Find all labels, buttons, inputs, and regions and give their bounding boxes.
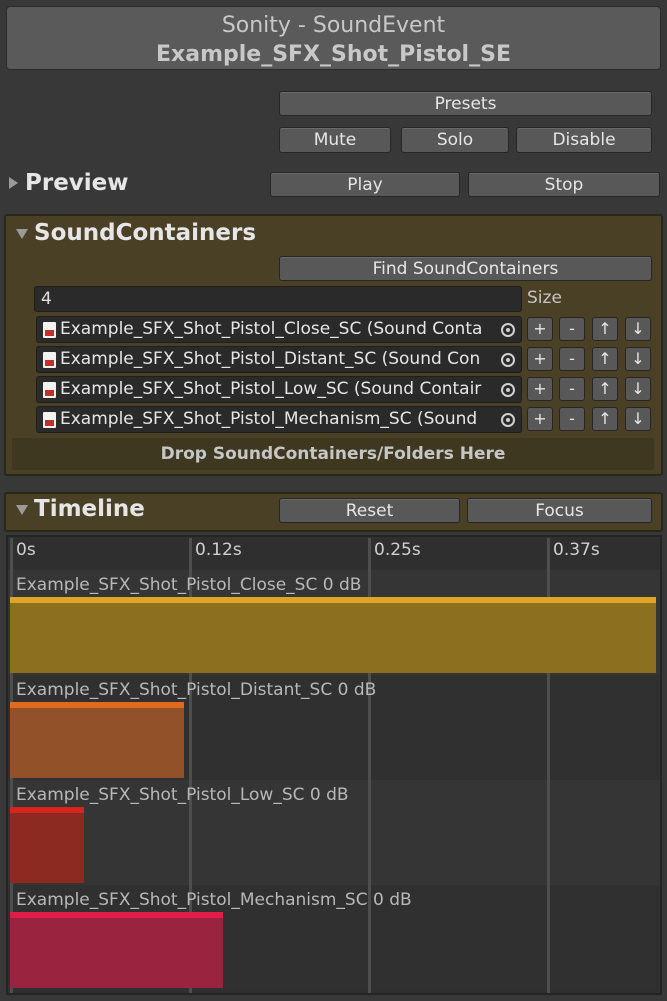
focus-button[interactable]: Focus — [467, 498, 652, 523]
track-label: Example_SFX_Shot_Pistol_Close_SC 0 dB — [16, 575, 362, 595]
add-item-button[interactable]: + — [527, 377, 553, 401]
add-item-button[interactable]: + — [527, 317, 553, 341]
sound-container-file-icon — [43, 322, 56, 338]
size-input[interactable]: 4 — [34, 286, 522, 312]
track-label: Example_SFX_Shot_Pistol_Low_SC 0 dB — [16, 785, 349, 805]
move-up-button[interactable]: ↑ — [592, 347, 618, 371]
object-picker-icon[interactable] — [501, 413, 515, 427]
timeline-tick-label: 0.12s — [195, 540, 242, 560]
track-label: Example_SFX_Shot_Pistol_Mechanism_SC 0 d… — [16, 890, 412, 910]
track-bar-accent — [10, 912, 223, 918]
solo-button[interactable]: Solo — [401, 127, 509, 153]
sound-container-file-icon — [43, 382, 56, 398]
track-bar[interactable] — [10, 702, 184, 778]
move-down-button[interactable]: ↓ — [625, 347, 651, 371]
remove-item-button[interactable]: - — [559, 377, 585, 401]
add-item-button[interactable]: + — [527, 347, 553, 371]
track-label: Example_SFX_Shot_Pistol_Distant_SC 0 dB — [16, 680, 377, 700]
track-bar[interactable] — [10, 912, 223, 988]
move-up-button[interactable]: ↑ — [592, 407, 618, 431]
move-up-button[interactable]: ↑ — [592, 377, 618, 401]
header-subtitle: Example_SFX_Shot_Pistol_SE — [156, 42, 511, 67]
object-picker-icon[interactable] — [501, 323, 515, 337]
track-bar-accent — [10, 807, 84, 813]
presets-button[interactable]: Presets — [279, 91, 652, 116]
track-bar[interactable] — [10, 597, 656, 673]
timeline-title[interactable]: Timeline — [34, 496, 145, 522]
play-button[interactable]: Play — [270, 172, 460, 197]
track-bar[interactable] — [10, 807, 84, 883]
object-picker-icon[interactable] — [501, 383, 515, 397]
move-down-button[interactable]: ↓ — [625, 317, 651, 341]
remove-item-button[interactable]: - — [559, 407, 585, 431]
sound-container-field[interactable]: Example_SFX_Shot_Pistol_Distant_SC (Soun… — [36, 346, 522, 373]
sound-container-name: Example_SFX_Shot_Pistol_Low_SC (Sound Co… — [60, 379, 482, 399]
track-bar-accent — [10, 597, 656, 603]
find-sound-containers-button[interactable]: Find SoundContainers — [279, 256, 652, 281]
sound-container-field[interactable]: Example_SFX_Shot_Pistol_Close_SC (Sound … — [36, 316, 522, 343]
move-up-button[interactable]: ↑ — [592, 317, 618, 341]
disable-button[interactable]: Disable — [516, 127, 652, 153]
remove-item-button[interactable]: - — [559, 317, 585, 341]
track-bar-accent — [10, 702, 184, 708]
object-picker-icon[interactable] — [501, 353, 515, 367]
timeline-tick-label: 0.37s — [553, 540, 600, 560]
sound-container-field[interactable]: Example_SFX_Shot_Pistol_Mechanism_SC (So… — [36, 406, 522, 433]
preview-title[interactable]: Preview — [25, 170, 129, 196]
timeline-tick-label: 0s — [16, 540, 36, 560]
window-header: Sonity - SoundEvent Example_SFX_Shot_Pis… — [6, 6, 661, 70]
sound-container-name: Example_SFX_Shot_Pistol_Close_SC (Sound … — [60, 319, 483, 339]
sound-containers-panel — [4, 214, 663, 476]
reset-button[interactable]: Reset — [279, 498, 460, 523]
drop-area[interactable]: Drop SoundContainers/Folders Here — [12, 438, 654, 470]
stop-button[interactable]: Stop — [468, 172, 660, 197]
header-title: Sonity - SoundEvent — [221, 13, 446, 38]
move-down-button[interactable]: ↓ — [625, 377, 651, 401]
sound-containers-title[interactable]: SoundContainers — [34, 220, 256, 246]
mute-button[interactable]: Mute — [279, 127, 391, 153]
sound-container-name: Example_SFX_Shot_Pistol_Distant_SC (Soun… — [60, 349, 481, 369]
move-down-button[interactable]: ↓ — [625, 407, 651, 431]
remove-item-button[interactable]: - — [559, 347, 585, 371]
size-label: Size — [527, 288, 562, 308]
sound-container-file-icon — [43, 352, 56, 368]
add-item-button[interactable]: + — [527, 407, 553, 431]
sound-container-file-icon — [43, 412, 56, 428]
sound-containers-collapse-icon[interactable] — [16, 229, 28, 239]
sound-container-field[interactable]: Example_SFX_Shot_Pistol_Low_SC (Sound Co… — [36, 376, 522, 403]
timeline-collapse-icon[interactable] — [16, 505, 28, 515]
preview-expand-icon[interactable] — [9, 177, 18, 189]
timeline-tick-label: 0.25s — [374, 540, 421, 560]
sound-container-name: Example_SFX_Shot_Pistol_Mechanism_SC (So… — [60, 409, 478, 429]
